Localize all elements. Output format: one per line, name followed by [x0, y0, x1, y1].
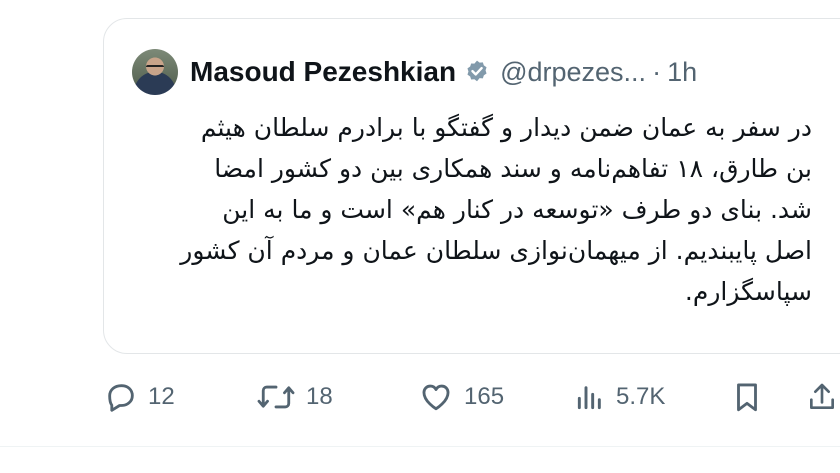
like-icon — [422, 384, 450, 411]
share-button[interactable] — [806, 372, 838, 422]
like-count: 165 — [464, 383, 505, 410]
author-avatar[interactable] — [132, 49, 178, 95]
quoted-tweet-header: Masoud Pezeshkian @drpezes... · 1h — [132, 49, 697, 95]
author-handle[interactable]: @drpezes... — [500, 57, 646, 88]
post-time[interactable]: 1h — [667, 57, 697, 88]
repost-count: 18 — [306, 383, 333, 410]
verified-badge-icon — [467, 60, 487, 82]
timeline-divider — [0, 446, 840, 447]
quoted-tweet-card[interactable]: Masoud Pezeshkian @drpezes... · 1h در سف… — [103, 18, 840, 354]
action-bar: 12 18 165 5.7K — [0, 372, 840, 422]
reply-icon — [108, 384, 134, 412]
bookmark-icon — [737, 383, 757, 412]
repost-button[interactable]: 18 — [256, 372, 333, 422]
quoted-tweet-text: در سفر به عمان ضمن دیدار و گفتگو با براد… — [180, 113, 812, 306]
author-name[interactable]: Masoud Pezeshkian — [190, 56, 456, 88]
views-count: 5.7K — [616, 383, 666, 410]
views-icon — [577, 386, 601, 410]
bookmark-button[interactable] — [730, 372, 764, 422]
repost-icon — [257, 385, 295, 409]
share-icon — [810, 383, 834, 409]
header-separator: · — [652, 56, 662, 87]
like-button[interactable]: 165 — [418, 372, 504, 422]
reply-button[interactable]: 12 — [104, 372, 175, 422]
reply-count: 12 — [148, 383, 175, 410]
views-button[interactable]: 5.7K — [574, 372, 665, 422]
